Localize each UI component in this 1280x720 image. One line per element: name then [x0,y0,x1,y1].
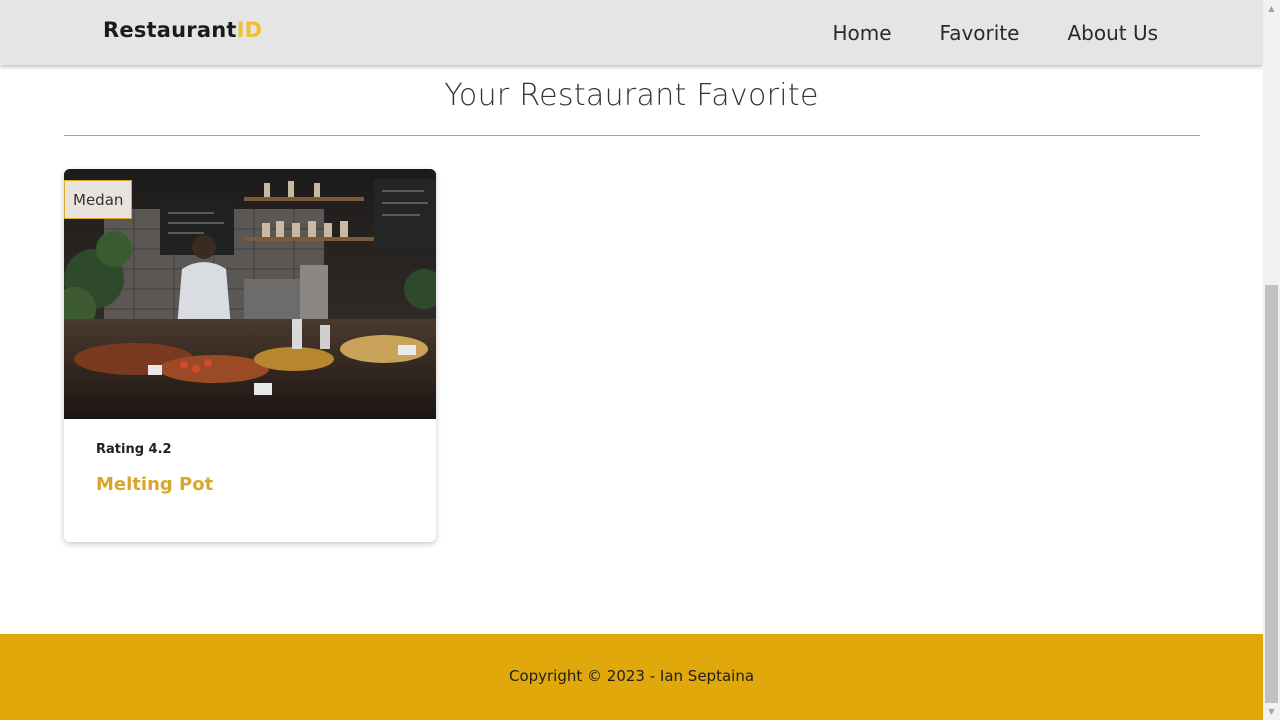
brand-accent-text: ID [236,18,263,42]
app-header: RestaurantID Home Favorite About Us [0,0,1263,65]
main-nav: Home Favorite About Us [784,0,1158,65]
brand-logo[interactable]: RestaurantID [103,18,262,42]
restaurant-card[interactable]: Medan Rating 4.2 Melting Pot [64,169,436,542]
vertical-scrollbar[interactable]: ▲ ▼ [1263,0,1280,720]
page-title: Your Restaurant Favorite [444,78,819,113]
app-footer: Copyright © 2023 - Ian Septaina [0,634,1263,720]
brand-text: Restaurant [103,18,237,42]
copyright-text: Copyright © 2023 - Ian Septaina [508,667,755,685]
city-badge: Medan [64,180,133,219]
scroll-up-icon[interactable]: ▲ [1263,0,1280,17]
title-divider [64,135,1200,136]
nav-home-link[interactable]: Home [832,21,891,45]
scroll-down-icon[interactable]: ▼ [1263,703,1280,720]
restaurant-name-link[interactable]: Melting Pot [96,474,213,495]
rating-label: Rating 4.2 [96,442,172,457]
page: RestaurantID Home Favorite About Us Your… [0,0,1263,720]
scrollbar-thumb[interactable] [1265,285,1278,703]
nav-favorite-link[interactable]: Favorite [940,21,1020,45]
nav-about-link[interactable]: About Us [1067,21,1158,45]
